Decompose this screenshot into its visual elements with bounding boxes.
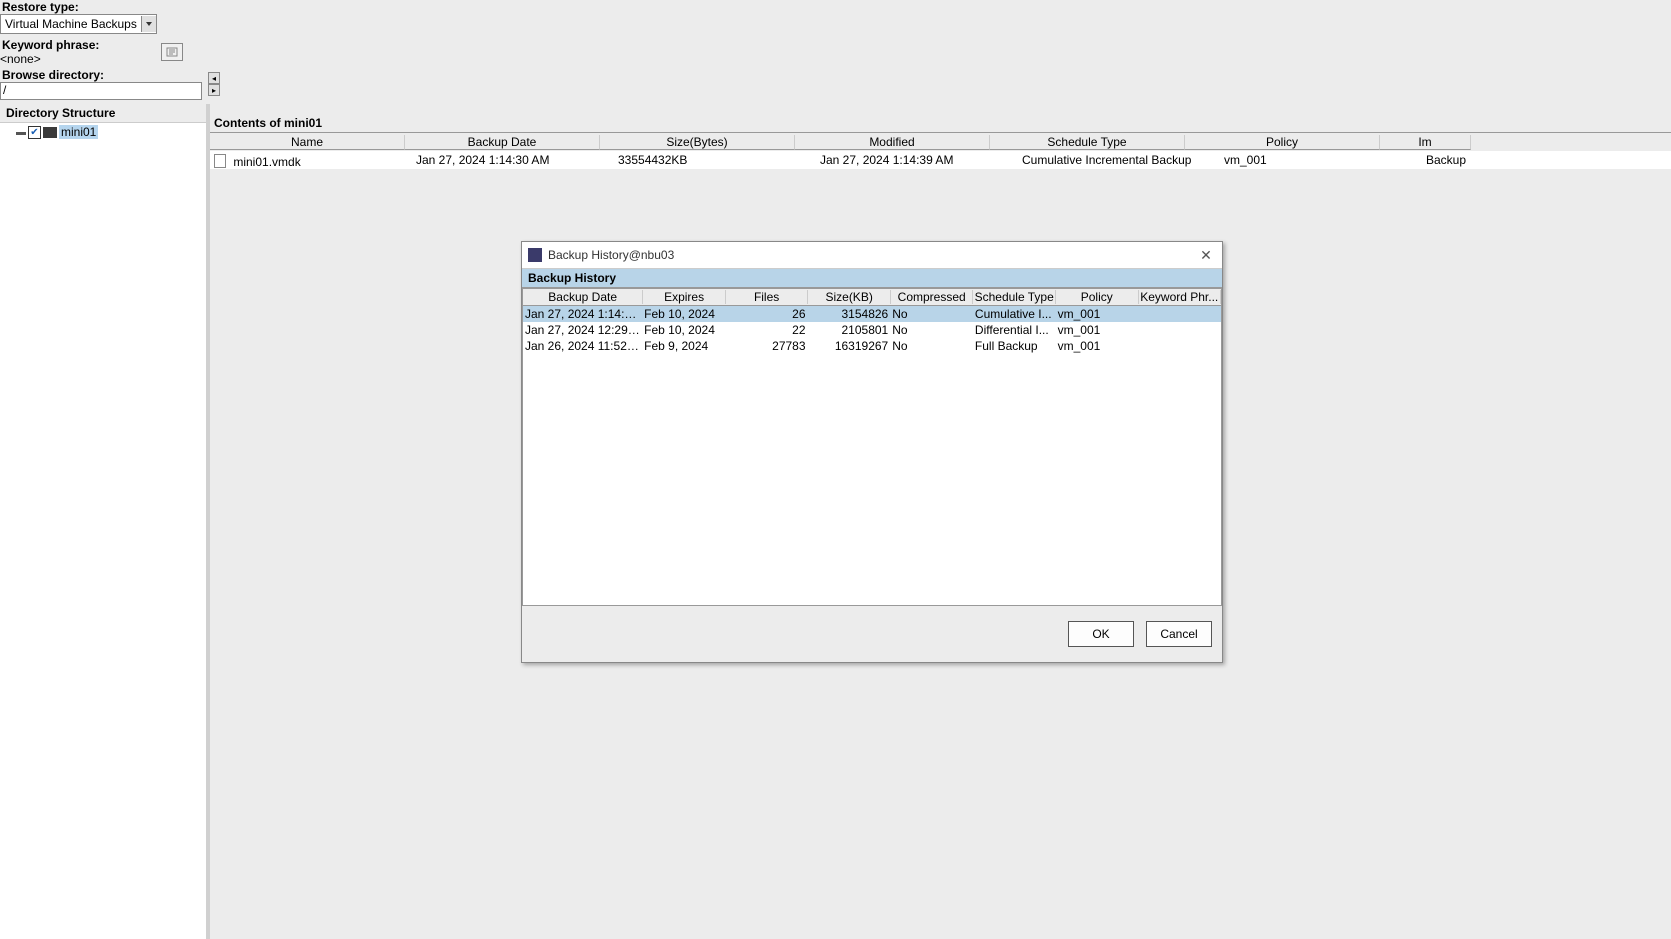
hcell-policy: vm_001	[1056, 307, 1139, 321]
hcol-policy[interactable]: Policy	[1056, 290, 1139, 304]
tree-checkbox[interactable]: ✔	[28, 126, 41, 139]
backup-history-dialog: Backup History@nbu03 ✕ Backup History Ba…	[521, 241, 1223, 663]
directory-tree-panel: Directory Structure ▬ ✔ mini01	[0, 104, 210, 939]
tree-toggle-icon[interactable]: ▬	[16, 127, 26, 138]
tree-item-label: mini01	[59, 125, 98, 139]
chevron-down-icon[interactable]	[141, 16, 156, 32]
col-schedule-type[interactable]: Schedule Type	[990, 135, 1185, 150]
browse-directory-input[interactable]: /	[0, 82, 202, 100]
hcell-policy: vm_001	[1056, 339, 1139, 353]
restore-type-value: Virtual Machine Backups	[1, 17, 141, 31]
hcell-date: Jan 27, 2024 12:29:...	[523, 323, 642, 337]
file-icon	[214, 154, 226, 168]
hcol-compressed[interactable]: Compressed	[891, 290, 974, 304]
hcell-files: 22	[725, 323, 808, 337]
col-policy[interactable]: Policy	[1185, 135, 1380, 150]
hcell-expires: Feb 10, 2024	[642, 323, 725, 337]
hcell-schedule: Differential I...	[973, 323, 1056, 337]
contents-grid: Name Backup Date Size(Bytes) Modified Sc…	[210, 132, 1671, 169]
hcol-keyword[interactable]: Keyword Phr...	[1139, 290, 1222, 304]
hcell-files: 27783	[725, 339, 808, 353]
history-grid: Backup Date Expires Files Size(KB) Compr…	[522, 288, 1222, 606]
arrow-left-icon[interactable]: ◂	[208, 72, 220, 84]
directory-structure-header: Directory Structure	[0, 104, 206, 123]
close-icon[interactable]: ✕	[1196, 245, 1216, 265]
col-size[interactable]: Size(Bytes)	[600, 135, 795, 150]
cancel-button[interactable]: Cancel	[1146, 621, 1212, 647]
hcell-expires: Feb 9, 2024	[642, 339, 725, 353]
hcell-schedule: Cumulative I...	[973, 307, 1056, 321]
contents-header: Contents of mini01	[210, 104, 1671, 132]
hcell-schedule: Full Backup	[973, 339, 1056, 353]
history-row[interactable]: Jan 26, 2024 11:52:... Feb 9, 2024 27783…	[523, 338, 1221, 354]
dialog-subheader: Backup History	[522, 269, 1222, 288]
hcell-size: 16319267	[808, 339, 891, 353]
hcell-date: Jan 26, 2024 11:52:...	[523, 339, 642, 353]
grid-header-row: Name Backup Date Size(Bytes) Modified Sc…	[210, 133, 1671, 151]
vm-icon	[43, 127, 57, 138]
cell-backup-date: Jan 27, 2024 1:14:30 AM	[412, 153, 614, 167]
browse-directory-label: Browse directory:	[0, 68, 206, 82]
col-backup-date[interactable]: Backup Date	[405, 135, 600, 150]
cell-name: mini01.vmdk	[233, 155, 300, 169]
cell-policy: vm_001	[1220, 153, 1422, 167]
history-header-row: Backup Date Expires Files Size(KB) Compr…	[523, 289, 1221, 306]
hcell-date: Jan 27, 2024 1:14:3...	[523, 307, 642, 321]
keyword-phrase-label: Keyword phrase:	[0, 38, 101, 52]
hcell-expires: Feb 10, 2024	[642, 307, 725, 321]
dialog-titlebar[interactable]: Backup History@nbu03 ✕	[522, 242, 1222, 269]
hcell-size: 2105801	[808, 323, 891, 337]
hcell-compressed: No	[890, 323, 973, 337]
keyword-phrase-value: <none>	[0, 52, 101, 66]
hcell-compressed: No	[890, 339, 973, 353]
hcol-backup-date[interactable]: Backup Date	[523, 290, 643, 304]
hcell-size: 3154826	[808, 307, 891, 321]
restore-type-label: Restore type:	[0, 0, 1671, 14]
dialog-title: Backup History@nbu03	[548, 248, 1190, 262]
hcol-schedule[interactable]: Schedule Type	[973, 290, 1056, 304]
hcell-compressed: No	[890, 307, 973, 321]
col-extra[interactable]: Im	[1380, 135, 1471, 150]
dialog-footer: OK Cancel	[522, 606, 1222, 662]
arrow-right-icon[interactable]: ▸	[208, 84, 220, 96]
keyword-edit-button[interactable]	[161, 43, 183, 61]
history-row[interactable]: Jan 27, 2024 12:29:... Feb 10, 2024 22 2…	[523, 322, 1221, 338]
tree-item-mini01[interactable]: ▬ ✔ mini01	[2, 125, 204, 139]
restore-type-select[interactable]: Virtual Machine Backups	[0, 14, 157, 34]
col-modified[interactable]: Modified	[795, 135, 990, 150]
ok-button[interactable]: OK	[1068, 621, 1134, 647]
hcol-files[interactable]: Files	[726, 290, 809, 304]
dialog-app-icon	[528, 248, 542, 262]
cell-modified: Jan 27, 2024 1:14:39 AM	[816, 153, 1018, 167]
cell-extra: Backup	[1422, 153, 1520, 167]
col-name[interactable]: Name	[210, 135, 405, 150]
hcell-files: 26	[725, 307, 808, 321]
history-row[interactable]: Jan 27, 2024 1:14:3... Feb 10, 2024 26 3…	[523, 306, 1221, 322]
cell-schedule-type: Cumulative Incremental Backup	[1018, 153, 1220, 167]
hcell-policy: vm_001	[1056, 323, 1139, 337]
hcol-expires[interactable]: Expires	[643, 290, 726, 304]
cell-size: 33554432KB	[614, 153, 816, 167]
hcol-size[interactable]: Size(KB)	[808, 290, 891, 304]
table-row[interactable]: mini01.vmdk Jan 27, 2024 1:14:30 AM 3355…	[210, 151, 1671, 169]
